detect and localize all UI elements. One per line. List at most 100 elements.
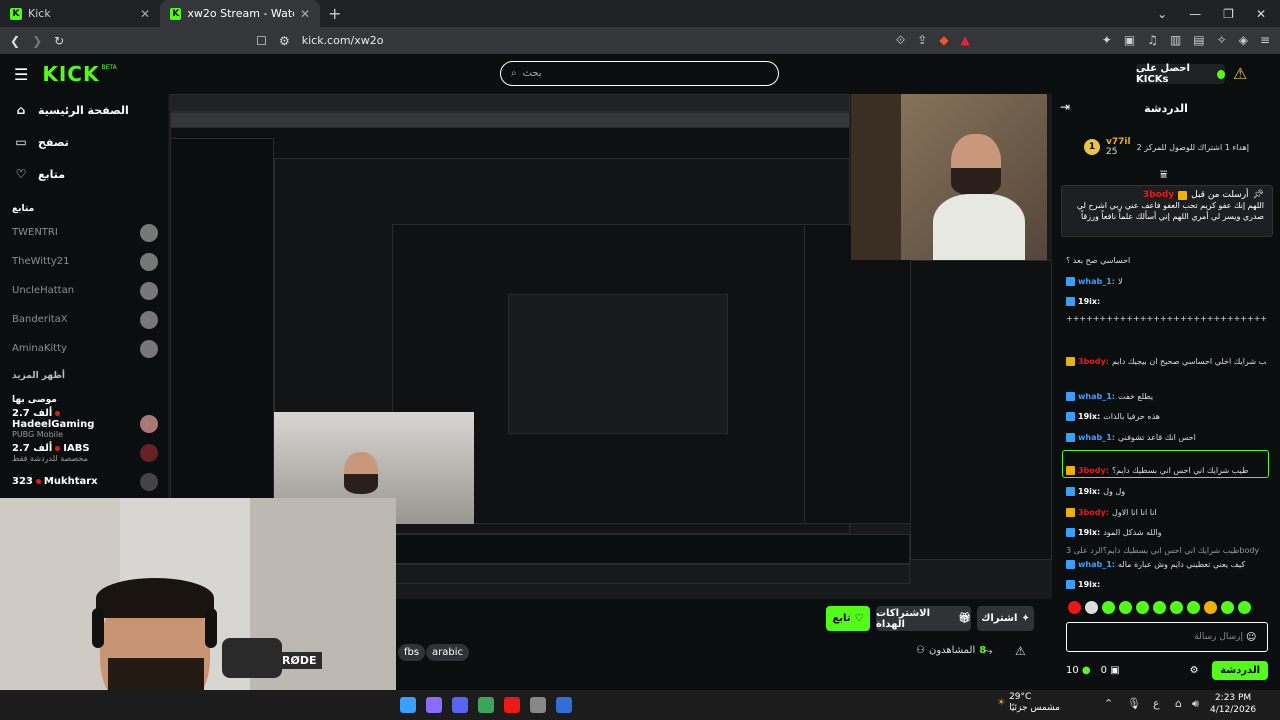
back-icon[interactable]: ❮ — [10, 34, 20, 48]
browser-tab-kick[interactable]: K Kick ✕ — [0, 0, 160, 27]
chat-username[interactable]: 19ix: — [1078, 580, 1100, 589]
app-icon[interactable] — [426, 697, 442, 713]
gift-subs-button[interactable]: الاشتراكات الهداة 🎁︎ — [876, 606, 971, 631]
network-icon[interactable]: ⌂ — [1175, 697, 1182, 710]
points-display[interactable]: 10 ● — [1066, 665, 1091, 676]
follow-button[interactable]: تابع ♡ — [826, 606, 870, 631]
tag-pill[interactable]: fbs — [398, 644, 426, 661]
settings-icon[interactable]: ⚙ — [1190, 665, 1199, 676]
chat-username[interactable]: 3body: — [1078, 466, 1109, 475]
chat-message[interactable]: 19ix: — [1066, 580, 1266, 589]
search-input[interactable]: بحث — [523, 68, 542, 79]
app-icon[interactable] — [452, 697, 468, 713]
wallet-icon[interactable]: ▤ — [1193, 33, 1204, 48]
emote-icon[interactable] — [1238, 601, 1251, 614]
followed-channel[interactable]: BanderitaX — [0, 305, 168, 334]
extensions-icon[interactable]: ✦ — [1102, 33, 1112, 48]
filter-icon[interactable]: ⩸ — [1160, 167, 1167, 182]
bookmark-icon[interactable]: ☐ — [256, 34, 267, 48]
emote-icon[interactable] — [1119, 601, 1132, 614]
app-icon[interactable] — [478, 697, 494, 713]
followed-channel[interactable]: AminaKitty — [0, 334, 168, 363]
reload-icon[interactable]: ↻ — [54, 34, 64, 48]
emote-icon[interactable] — [1153, 601, 1166, 614]
emote-icon[interactable] — [1136, 601, 1149, 614]
maximize-icon[interactable]: ❐ — [1223, 7, 1234, 21]
show-more-link[interactable]: أظهر المزيد — [0, 363, 168, 385]
close-tab-icon[interactable]: ✕ — [140, 7, 150, 21]
chat-username[interactable]: whab_1: — [1078, 277, 1115, 286]
vpn-icon[interactable]: ◈ — [1239, 33, 1248, 48]
pinned-message[interactable]: 3body أرسلت من قبل 📌︎ اللهم إنك عفو كريم… — [1061, 185, 1273, 237]
kicks-display[interactable]: 0 ▣ — [1101, 665, 1120, 676]
chat-username[interactable]: 19ix: — [1078, 487, 1100, 496]
emoji-picker-icon[interactable]: ☺ — [1246, 632, 1256, 643]
app-icon[interactable] — [556, 697, 572, 713]
site-info-icon[interactable]: ⚙ — [279, 34, 290, 48]
get-kicks-button[interactable]: احصل على KICKs — [1136, 63, 1225, 85]
chat-username[interactable]: whab_1: — [1078, 433, 1115, 442]
chat-message[interactable]: احساسي صح بعد ؟ — [1066, 256, 1266, 265]
menu-icon[interactable]: ≡ — [1260, 33, 1270, 48]
sidebar-item-browse[interactable]: ▭ تصفح — [0, 126, 168, 158]
translate-icon[interactable]: ⟐ — [896, 33, 905, 48]
recommended-channel[interactable]: 2.7 ألف IABS مخصصة للدردشة فقط — [0, 438, 168, 467]
weather-widget[interactable]: ☀ 29°C مشمس جزئيًا — [997, 692, 1060, 714]
chat-username[interactable]: 3body: — [1078, 357, 1109, 366]
chat-input[interactable]: إرسال رسالة — [1066, 622, 1268, 652]
media-icon[interactable]: ♫ — [1147, 33, 1158, 48]
chat-username[interactable]: 19ix: — [1078, 528, 1100, 537]
app-icon[interactable] — [530, 697, 546, 713]
tag-pill[interactable]: arabic — [426, 644, 469, 661]
recommended-channel[interactable]: 323 Mukhtarx — [0, 467, 168, 496]
followed-channel[interactable]: TWENTRI — [0, 218, 168, 247]
volume-icon[interactable]: 🔊︎ — [1192, 697, 1199, 711]
new-tab-button[interactable]: + — [328, 4, 341, 23]
emote-icon[interactable] — [1102, 601, 1115, 614]
share-icon[interactable]: ⇪ — [917, 33, 927, 48]
chat-message[interactable]: 19ix: — [1066, 297, 1266, 306]
search-bar[interactable]: ⌕ بحث — [500, 61, 779, 86]
chat-message[interactable]: 3body: انا انا انا الاول — [1066, 508, 1266, 517]
emote-icon[interactable] — [1170, 601, 1183, 614]
url-field[interactable]: kick.com/xw2o — [302, 34, 384, 47]
share-icon[interactable]: ⤳ — [983, 644, 993, 659]
emote-icon[interactable] — [1187, 601, 1200, 614]
brave-rewards-icon[interactable]: ▲ — [961, 33, 970, 48]
chat-message[interactable]: طيب شرايك اني احس اني بسطيك دايم؟الرد عل… — [1066, 546, 1266, 555]
leo-icon[interactable]: ✧ — [1217, 33, 1227, 48]
brave-shield-icon[interactable]: ◆ — [939, 33, 948, 48]
minimize-icon[interactable]: — — [1189, 7, 1201, 21]
kick-logo[interactable]: KICK — [42, 62, 99, 86]
chat-username[interactable]: 19ix: — [1078, 412, 1100, 421]
language-indicator[interactable]: ع — [1153, 697, 1160, 710]
start-icon[interactable] — [400, 697, 416, 713]
followed-channel[interactable]: UncleHattan — [0, 276, 168, 305]
chat-message[interactable]: 19ix: ول ول — [1066, 487, 1266, 496]
collapse-chat-icon[interactable]: ⇥ — [1060, 100, 1070, 114]
chat-message[interactable]: whab_1: كيف يعني تعطيني دايم وش عبارة مال… — [1066, 560, 1266, 569]
recommended-channel[interactable]: 2.7 ألفHadeelGaming PUBG Mobile — [0, 408, 168, 439]
report-icon[interactable]: ⚠ — [1015, 644, 1026, 658]
chat-message[interactable]: whab_1: احس انك قاعد تشوفني — [1066, 433, 1266, 442]
hamburger-menu-icon[interactable]: ☰ — [14, 65, 28, 84]
chat-leaderboard[interactable]: 1 v77il 25 إهداء 1 اشتراك للوصول للمركز … — [1084, 133, 1274, 161]
tray-chevron-icon[interactable]: ⌃ — [1104, 697, 1113, 710]
chat-username[interactable]: whab_1: — [1078, 392, 1115, 401]
emote-icon[interactable] — [1085, 601, 1098, 614]
followed-channel[interactable]: TheWitty21 — [0, 247, 168, 276]
chat-message[interactable]: whab_1: يطلع خفت — [1066, 392, 1266, 401]
chat-username[interactable]: 3body: — [1078, 508, 1109, 517]
close-tab-icon[interactable]: ✕ — [300, 7, 310, 21]
close-window-icon[interactable]: ✕ — [1256, 7, 1266, 21]
clock[interactable]: 2:23 PM 4/12/2026 — [1210, 692, 1256, 716]
emote-icon[interactable] — [1204, 601, 1217, 614]
forward-icon[interactable]: ❯ — [32, 34, 42, 48]
microphone-icon[interactable]: 🎙︎ — [1127, 697, 1141, 710]
send-chat-button[interactable]: الدردشة — [1212, 660, 1268, 680]
tab-search-icon[interactable]: ⌄ — [1157, 7, 1167, 21]
browser-tab-stream[interactable]: K xw2o Stream - Watch Live on Kick ✕ — [160, 0, 320, 27]
screenshot-icon[interactable]: ▣ — [1124, 33, 1135, 48]
subscribe-button[interactable]: اشتراك ✦ — [977, 606, 1034, 631]
chat-username[interactable]: 19ix: — [1078, 297, 1100, 306]
